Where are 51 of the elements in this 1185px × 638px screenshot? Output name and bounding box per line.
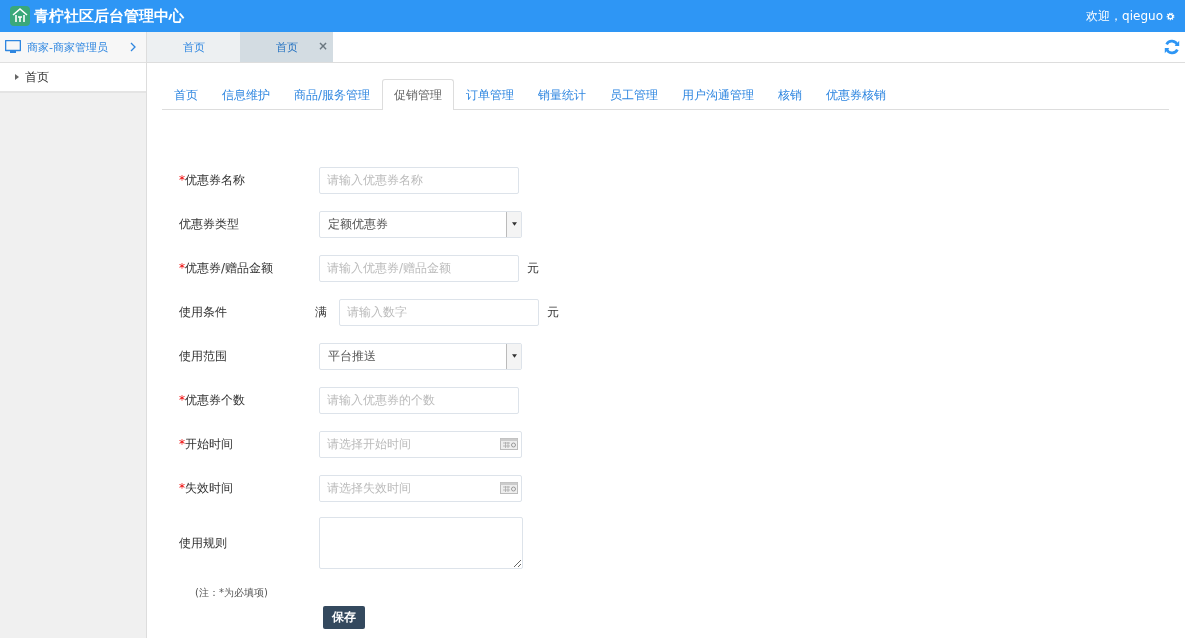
nav-tab[interactable]: 商品/服务管理 [282,79,383,110]
field-label: *优惠券/赠品金额 [179,259,275,277]
text-input[interactable]: 请输入优惠券/赠品金额 [319,254,519,282]
nav-tab[interactable]: 首页 [162,79,210,110]
welcome-text: 欢迎，qieguo [1086,7,1163,25]
text-input[interactable]: 请输入数字 [339,298,539,326]
nav-tab[interactable]: 订单管理 [454,79,527,110]
nav-tab[interactable]: 信息维护 [210,79,282,110]
unit-text: 元 [527,259,539,277]
nav-tab[interactable]: 用户沟通管理 [670,79,767,110]
caret-right-icon [15,74,19,80]
date-input[interactable]: 请选择失效时间 [319,474,522,502]
chevron-right-icon [130,42,136,52]
field-label: *优惠券名称 [179,171,246,189]
field-label: 使用范围 [179,347,228,365]
monitor-icon [5,40,21,54]
caret-down-icon [511,354,517,358]
dropdown[interactable]: 平台推送 [319,342,522,370]
settings-icon[interactable] [1166,11,1175,21]
calendar-icon [500,438,518,450]
date-input[interactable]: 请选择开始时间 [319,430,522,458]
sidebar-item-label: 首页 [25,68,49,86]
refresh-icon[interactable] [1163,38,1181,56]
caret-down-icon [511,222,517,226]
field-label: *失效时间 [179,479,234,497]
sidebar-item[interactable]: 首页 [0,63,146,93]
close-tab-button[interactable]: × [317,39,328,53]
field-label: *开始时间 [179,435,234,453]
field-label: 优惠券类型 [179,215,240,233]
page-tab[interactable]: 首页 × [240,32,333,62]
field-label: 使用规则 [179,534,228,552]
text-input[interactable]: 请输入优惠券名称 [319,166,519,194]
role-label: 商家-商家管理员 [27,39,109,55]
nav-tab[interactable]: 促销管理 [382,79,455,110]
text-input[interactable]: 请输入优惠券的个数 [319,386,519,414]
prefix-text: 满 [315,303,327,321]
calendar-icon [500,482,518,494]
field-label: 使用条件 [179,303,228,321]
house-logo-icon [10,6,30,26]
unit-text: 元 [547,303,559,321]
nav-tab[interactable]: 优惠券核销 [814,79,899,110]
field-label: *优惠券个数 [179,391,246,409]
nav-tab[interactable]: 员工管理 [598,79,671,110]
dropdown[interactable]: 定额优惠券 [319,210,522,238]
nav-tab[interactable]: 核销 [766,79,815,110]
app-title: 青柠社区后台管理中心 [34,6,184,26]
role-menu[interactable]: 商家-商家管理员 [0,32,146,63]
nav-tab[interactable]: 销量统计 [526,79,599,110]
required-note: (注：*为必填项) [195,586,269,600]
page-tab[interactable]: 首页 [147,32,240,62]
save-button[interactable]: 保存 [323,606,365,629]
